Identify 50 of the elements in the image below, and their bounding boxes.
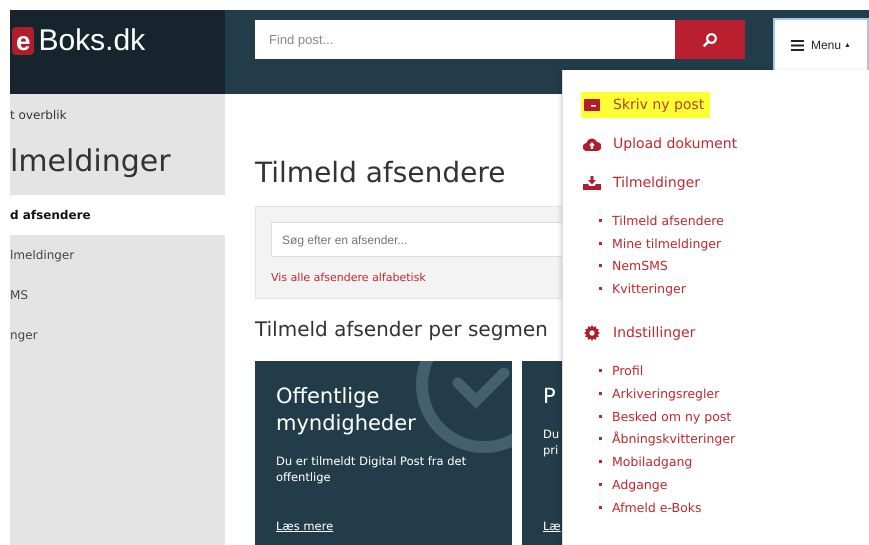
sidebar-item[interactable]: d afsendere <box>10 195 225 235</box>
submenu-link[interactable]: Åbningskvitteringer <box>612 431 736 446</box>
logo-text: Boks.dk <box>38 27 146 55</box>
card-text: offentlige <box>276 469 331 485</box>
page-title: Tilmeld afsendere <box>255 156 506 191</box>
menu-icon <box>791 40 804 50</box>
card-text: pri <box>543 442 558 458</box>
card-text: Du er tilmeldt Digital Post fra det <box>276 453 466 469</box>
cloud-upload-icon <box>583 137 601 151</box>
bullet-icon <box>599 437 602 440</box>
submenu-link[interactable]: Afmeld e-Boks <box>612 500 702 515</box>
section-title: Tilmeld afsender per segmen <box>255 317 548 343</box>
menu-item[interactable]: Skriv ny post <box>581 92 710 118</box>
search-field[interactable]: Find post... <box>255 20 675 59</box>
menu-item[interactable]: Tilmeldinger <box>583 170 869 196</box>
submenu-link[interactable]: Kvitteringer <box>612 281 686 296</box>
submenu-link[interactable]: Tilmeld afsendere <box>612 212 724 228</box>
menu-item[interactable]: Upload dokument <box>583 131 869 157</box>
submenu-link[interactable]: Arkiveringsregler <box>612 386 720 401</box>
submenu-link[interactable]: NemSMS <box>612 258 668 274</box>
submenu-link[interactable]: Mobiladgang <box>612 454 692 470</box>
bullet-icon <box>599 242 602 245</box>
submenu-link[interactable]: Besked om ny post <box>612 408 732 424</box>
card-title: P <box>543 383 556 410</box>
search-icon <box>702 32 718 48</box>
submenu-link[interactable]: Mine tilmeldinger <box>612 236 722 251</box>
submenu-link[interactable]: Profil <box>612 363 644 378</box>
bullet-icon <box>599 369 602 372</box>
bullet-icon <box>599 414 602 418</box>
bullet-icon <box>599 506 602 509</box>
bullet-icon <box>599 460 602 464</box>
envelope-icon <box>583 99 601 111</box>
bullet-icon <box>599 483 602 486</box>
card-title: Offentlige <box>276 383 380 410</box>
submenu-link[interactable]: Adgange <box>612 477 668 492</box>
sidebar-title: lmeldinger <box>10 144 172 179</box>
bullet-icon <box>599 287 602 290</box>
read-more-link[interactable]: Læ <box>543 519 561 533</box>
back-link[interactable]: t overblik <box>10 108 225 122</box>
read-more-link[interactable]: Læs mere <box>276 519 334 533</box>
menu-item[interactable]: Indstillinger <box>583 320 869 346</box>
bullet-icon <box>599 392 602 395</box>
logo-badge: e <box>12 27 34 55</box>
bullet-icon <box>599 264 602 268</box>
search-button[interactable] <box>675 20 745 59</box>
bullet-icon <box>599 218 602 222</box>
gear-icon <box>583 325 601 342</box>
card-title: myndigheder <box>276 410 416 437</box>
card-text: Du <box>543 426 560 442</box>
tray-arrow-icon <box>583 176 601 190</box>
